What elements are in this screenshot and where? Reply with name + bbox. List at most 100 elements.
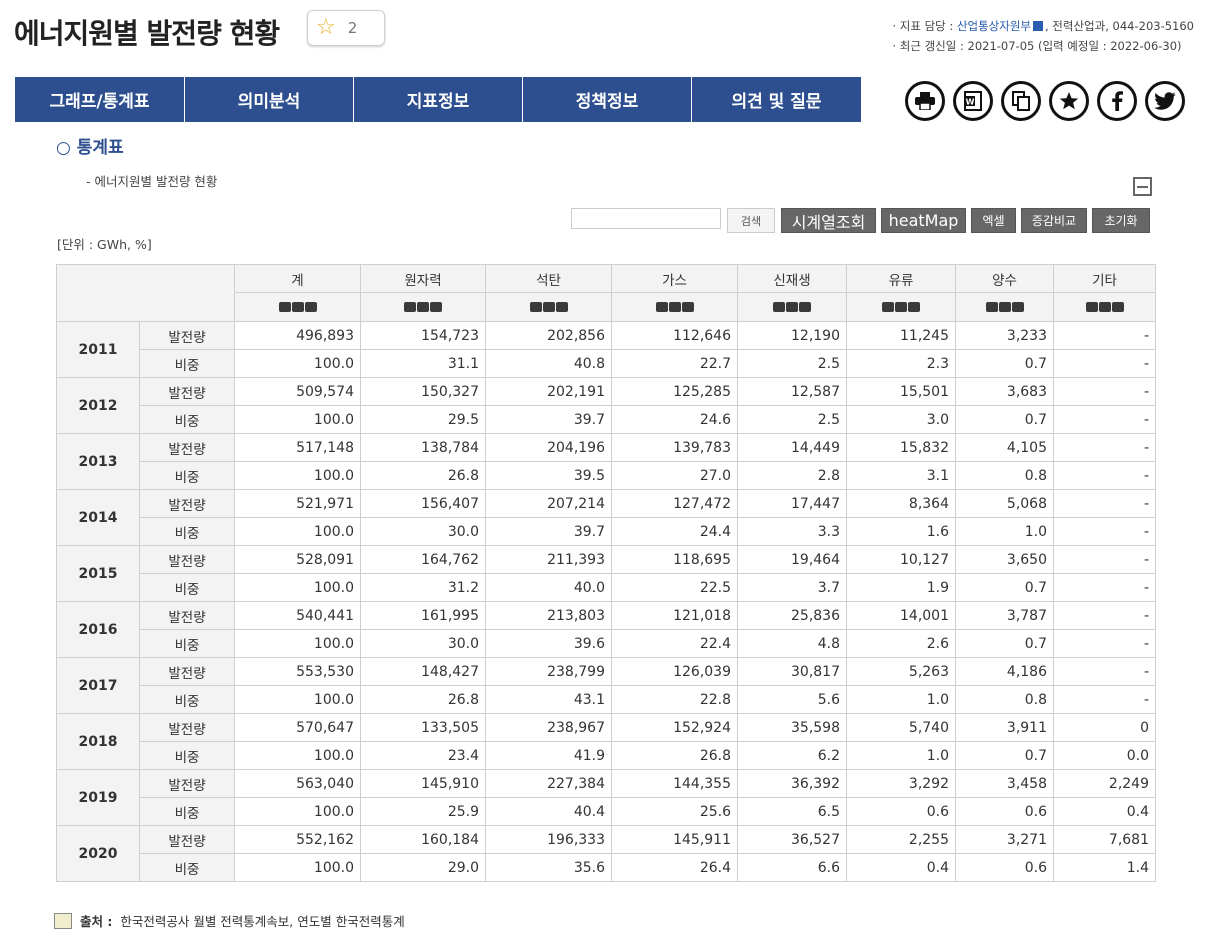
sort-menu-icon[interactable] [908,302,920,312]
sort-menu-icon[interactable] [1011,302,1024,312]
sort-asc-icon[interactable] [529,302,542,312]
tab-meaning-analysis[interactable]: 의미분석 [185,77,354,122]
sort-menu-icon[interactable] [1111,302,1124,312]
table-row: 비중 100.0 26.8 39.5 27.0 2.8 3.1 0.8- [57,461,1156,490]
facebook-icon[interactable] [1097,81,1137,121]
value-cell: 540,441 [234,601,361,630]
value-cell: 0.8 [955,461,1054,490]
column-header[interactable]: 가스 [611,264,738,293]
sort-controls [846,292,956,322]
value-cell: 1.4 [1053,853,1156,882]
search-button[interactable]: 검색 [727,208,775,233]
sort-desc-icon[interactable] [291,302,304,312]
value-cell: 156,407 [360,489,486,518]
word-icon[interactable]: W [953,81,993,121]
value-cell: 1.0 [846,741,956,770]
tab-indicator-info[interactable]: 지표정보 [354,77,523,122]
column-header[interactable]: 원자력 [360,264,486,293]
favorite-button[interactable]: ☆ 2 [307,10,385,46]
sort-asc-icon[interactable] [404,302,416,312]
sort-menu-icon[interactable] [304,302,317,312]
value-cell: 100.0 [234,405,361,434]
sort-asc-icon[interactable] [773,302,785,312]
stats-table: 계 원자력 석탄 가스 신재생 유류 양수 기타 2011 발전량 496,893 154,723 2… [56,264,1156,882]
sort-asc-icon[interactable] [985,302,998,312]
row-label: 발전량 [139,545,235,574]
search-input[interactable] [571,208,721,229]
value-cell: 2.5 [737,405,847,434]
value-cell: 0.8 [955,685,1054,714]
value-cell: 22.4 [611,629,738,658]
value-cell: 160,184 [360,825,486,854]
value-cell: 7,681 [1053,825,1156,854]
copy-icon[interactable] [1001,81,1041,121]
twitter-icon[interactable] [1145,81,1185,121]
collapse-button[interactable] [1133,177,1152,196]
sort-menu-icon[interactable] [681,302,694,312]
sort-controls [955,292,1054,322]
sort-asc-icon[interactable] [278,302,291,312]
sort-controls [485,292,612,322]
value-cell: 100.0 [234,741,361,770]
value-cell: 0.7 [955,741,1054,770]
sort-menu-icon[interactable] [555,302,568,312]
value-cell: 3,233 [955,321,1054,350]
year-cell: 2014 [56,489,140,546]
value-cell: 112,646 [611,321,738,350]
row-label: 비중 [139,405,235,434]
column-header[interactable]: 계 [234,264,361,293]
sort-asc-icon[interactable] [882,302,894,312]
value-cell: - [1053,405,1156,434]
heatmap-button[interactable]: heatMap [881,208,966,233]
value-cell: 39.6 [485,629,612,658]
value-cell: 5,068 [955,489,1054,518]
column-header[interactable]: 양수 [955,264,1054,293]
value-cell: 40.0 [485,573,612,602]
sort-menu-icon[interactable] [430,302,442,312]
excel-button[interactable]: 엑셀 [971,208,1016,233]
sort-controls [611,292,738,322]
row-label: 발전량 [139,433,235,462]
table-row: 비중 100.0 30.0 39.7 24.4 3.3 1.6 1.0- [57,517,1156,546]
column-header[interactable]: 기타 [1053,264,1156,293]
sort-desc-icon[interactable] [998,302,1011,312]
value-cell: 22.8 [611,685,738,714]
value-cell: 0.7 [955,573,1054,602]
value-cell: 521,971 [234,489,361,518]
ministry-link[interactable]: 산업통상자원부 [957,19,1031,33]
print-icon[interactable] [905,81,945,121]
value-cell: 8,364 [846,489,956,518]
indicator-meta: · 지표 담당 : 산업통상자원부, 전력산업과, 044-203-5160 ·… [892,16,1194,56]
sort-asc-icon[interactable] [655,302,668,312]
sort-desc-icon[interactable] [895,302,907,312]
tab-graph-table[interactable]: 그래프/통계표 [15,77,185,122]
sort-desc-icon[interactable] [1098,302,1111,312]
year-cell: 2016 [56,601,140,658]
bookmark-star-icon[interactable] [1049,81,1089,121]
table-row: 비중 100.0 29.0 35.6 26.4 6.6 0.4 0.6 1.4 [57,853,1156,882]
value-cell: 496,893 [234,321,361,350]
value-cell: - [1053,601,1156,630]
value-cell: 26.8 [360,461,486,490]
sort-desc-icon[interactable] [786,302,798,312]
column-header[interactable]: 석탄 [485,264,612,293]
sort-desc-icon[interactable] [668,302,681,312]
tab-opinion-question[interactable]: 의견 및 질문 [692,77,861,122]
tab-policy-info[interactable]: 정책정보 [523,77,692,122]
value-cell: 196,333 [485,825,612,854]
value-cell: - [1053,489,1156,518]
value-cell: 39.7 [485,517,612,546]
column-header[interactable]: 유류 [846,264,956,293]
external-link-icon[interactable] [1033,21,1043,31]
compare-button[interactable]: 증감비교 [1021,208,1087,233]
sort-desc-icon[interactable] [417,302,429,312]
sort-desc-icon[interactable] [542,302,555,312]
timeseries-button[interactable]: 시계열조회 [781,208,876,233]
sort-menu-icon[interactable] [799,302,811,312]
year-cell: 2011 [56,321,140,378]
sort-asc-icon[interactable] [1085,302,1098,312]
value-cell: 40.4 [485,797,612,826]
column-header[interactable]: 신재생 [737,264,847,293]
value-cell: 148,427 [360,657,486,686]
reset-button[interactable]: 초기화 [1092,208,1150,233]
